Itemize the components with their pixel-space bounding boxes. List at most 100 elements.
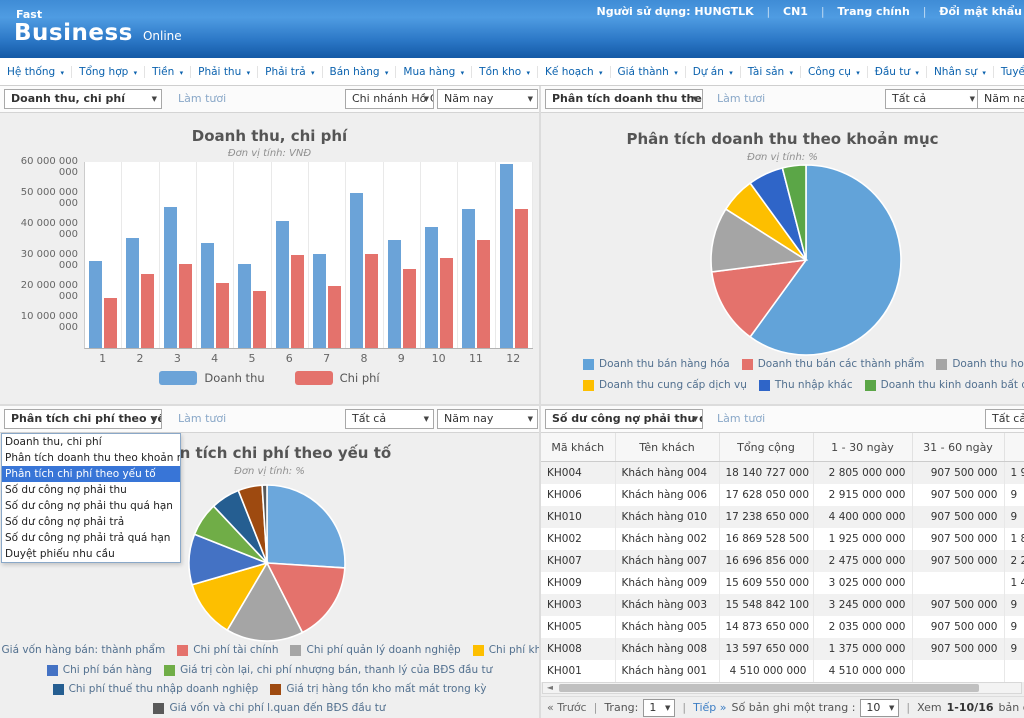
per-page-select[interactable]: 10▼ xyxy=(860,699,899,717)
current-user-label: Người sử dụng: HUNGTLK xyxy=(596,5,753,18)
page-select[interactable]: 1▼ xyxy=(643,699,675,717)
widget-select[interactable]: Phân tích chi phí theo yếu t▼ xyxy=(4,409,162,429)
legend-item[interactable]: Chi phí quản lý doanh nghiệp xyxy=(290,644,460,656)
legend-label: Doanh thu bán hàng hóa xyxy=(599,358,730,370)
menu-item[interactable]: Đầu tư ▾ xyxy=(867,66,926,78)
legend-item[interactable]: Chi phí bán hàng xyxy=(47,664,152,676)
filter-select[interactable]: Tất cả▼ xyxy=(985,409,1024,429)
chevron-down-icon: ▾ xyxy=(311,69,315,77)
period-select[interactable]: Năm nay▼ xyxy=(977,89,1024,109)
menu-item[interactable]: Tồn kho ▾ xyxy=(471,66,537,78)
x-axis-tick-label: 12 xyxy=(495,352,532,365)
table-row[interactable]: KH003Khách hàng 00315 548 842 1003 245 0… xyxy=(541,594,1024,616)
period-select[interactable]: Năm nay▼ xyxy=(437,89,538,109)
widget-select[interactable]: Phân tích doanh thu theo k▼ xyxy=(545,89,703,109)
table-row[interactable]: KH010Khách hàng 01017 238 650 0004 400 0… xyxy=(541,506,1024,528)
legend-swatch xyxy=(177,645,188,656)
column-header[interactable]: 1 - 30 ngày xyxy=(813,433,912,462)
table-row[interactable]: KH007Khách hàng 00716 696 856 0002 475 0… xyxy=(541,550,1024,572)
branch-select[interactable]: Chi nhánh Hồ Cl▼ xyxy=(345,89,434,109)
dropdown-option[interactable]: Số dư công nợ phải thu xyxy=(2,482,180,498)
x-axis-tick-label: 3 xyxy=(159,352,196,365)
legend-item[interactable]: Chi phí thuế thu nhập doanh nghiệp xyxy=(53,683,259,695)
refresh-link[interactable]: Làm tươi xyxy=(178,92,226,105)
menu-item[interactable]: Dự án ▾ xyxy=(685,66,740,78)
legend-item[interactable]: Giá vốn và chi phí l.quan đến BĐS đầu tư xyxy=(153,702,385,714)
legend-item[interactable]: Thu nhập khác xyxy=(759,379,853,391)
legend-swatch xyxy=(153,703,164,714)
table-row[interactable]: KH008Khách hàng 00813 597 650 0001 375 0… xyxy=(541,638,1024,660)
legend-item[interactable]: Doanh thu xyxy=(159,371,264,385)
legend-item[interactable]: Giá trị còn lại, chi phí nhượng bán, tha… xyxy=(164,664,492,676)
period-select[interactable]: Năm nay▼ xyxy=(437,409,538,429)
legend-item[interactable]: Doanh thu cung cấp dịch vụ xyxy=(583,379,747,391)
chevron-down-icon: ▼ xyxy=(693,90,698,108)
legend-item[interactable]: Chi phí xyxy=(295,371,380,385)
horizontal-scrollbar[interactable]: ◄ xyxy=(542,682,1022,694)
column-header[interactable]: 61 xyxy=(1004,433,1024,462)
scrollbar-thumb[interactable] xyxy=(559,684,979,692)
bar-chart-legend: Doanh thu Chi phí xyxy=(0,371,539,385)
table-row[interactable]: KH009Khách hàng 00915 609 550 0003 025 0… xyxy=(541,572,1024,594)
filter-select[interactable]: Tất cả▼ xyxy=(885,89,980,109)
branch-link[interactable]: CN1 xyxy=(783,5,808,18)
menu-item[interactable]: Giá thành ▾ xyxy=(610,66,685,78)
change-password-link[interactable]: Đổi mật khẩu xyxy=(939,5,1022,18)
widget-select[interactable]: Số dư công nợ phải thu quá▼ xyxy=(545,409,703,429)
menu-item[interactable]: Tuyển dụng ▾ xyxy=(993,66,1024,78)
widget-select[interactable]: Doanh thu, chi phí▼ xyxy=(4,89,162,109)
filter-select[interactable]: Tất cả▼ xyxy=(345,409,434,429)
dropdown-option[interactable]: Phân tích doanh thu theo khoản mục xyxy=(2,450,180,466)
menu-item[interactable]: Bán hàng ▾ xyxy=(322,66,396,78)
menu-item[interactable]: Tiền ▾ xyxy=(144,66,190,78)
divider: | xyxy=(594,701,598,714)
column-header[interactable]: Mã khách xyxy=(541,433,615,462)
bar xyxy=(462,209,475,349)
table-cell: 4 510 000 000 xyxy=(813,660,912,682)
menu-item[interactable]: Phải trả ▾ xyxy=(257,66,321,78)
table-row[interactable]: KH006Khách hàng 00617 628 050 0002 915 0… xyxy=(541,484,1024,506)
dropdown-option[interactable]: Số dư công nợ phải trả quá hạn xyxy=(2,530,180,546)
legend-item[interactable]: Doanh thu hoạt động tài chính xyxy=(936,358,1024,370)
dropdown-option[interactable]: Số dư công nợ phải trả xyxy=(2,514,180,530)
dropdown-option[interactable]: Số dư công nợ phải thu quá hạn xyxy=(2,498,180,514)
menu-item[interactable]: Công cụ ▾ xyxy=(800,66,867,78)
view-label: Xem xyxy=(917,701,942,714)
prev-page-link[interactable]: « Trước xyxy=(547,701,587,714)
column-header[interactable]: Tên khách xyxy=(615,433,719,462)
column-header[interactable]: Tổng cộng xyxy=(719,433,813,462)
menu-item[interactable]: Tổng hợp ▾ xyxy=(71,66,144,78)
legend-item[interactable]: Doanh thu kinh doanh bất động sản đầu tư xyxy=(865,379,1024,391)
menu-item[interactable]: Hệ thống ▾ xyxy=(0,66,71,78)
column-header[interactable]: 31 - 60 ngày xyxy=(912,433,1004,462)
menu-item[interactable]: Nhân sự ▾ xyxy=(926,66,993,78)
legend-item[interactable]: Doanh thu bán các thành phẩm xyxy=(742,358,925,370)
refresh-link[interactable]: Làm tươi xyxy=(178,412,226,425)
dropdown-option[interactable]: Doanh thu, chi phí xyxy=(2,434,180,450)
x-axis-tick-label: 4 xyxy=(196,352,233,365)
legend-item[interactable]: Chi phí tài chính xyxy=(177,644,278,656)
dropdown-option[interactable]: Duyệt phiếu nhu cầu xyxy=(2,546,180,562)
chart-subtitle: Đơn vị tính: VNĐ xyxy=(0,148,539,159)
table-row[interactable]: KH005Khách hàng 00514 873 650 0002 035 0… xyxy=(541,616,1024,638)
menu-item[interactable]: Tài sản ▾ xyxy=(740,66,800,78)
table-cell: Khách hàng 002 xyxy=(615,528,719,550)
table-row[interactable]: KH002Khách hàng 00216 869 528 5001 925 0… xyxy=(541,528,1024,550)
legend-item[interactable]: Chi phí khác xyxy=(473,644,539,656)
home-link[interactable]: Trang chính xyxy=(837,5,909,18)
menu-item[interactable]: Kế hoạch ▾ xyxy=(537,66,609,78)
scroll-left-arrow-icon[interactable]: ◄ xyxy=(544,683,556,693)
legend-item[interactable]: Giá vốn hàng bán: thành phẩm xyxy=(0,644,165,656)
table-row[interactable]: KH001Khách hàng 0014 510 000 0004 510 00… xyxy=(541,660,1024,682)
menu-item[interactable]: Phải thu ▾ xyxy=(190,66,257,78)
refresh-link[interactable]: Làm tươi xyxy=(717,412,765,425)
dropdown-option[interactable]: Phân tích chi phí theo yếu tố xyxy=(2,466,180,482)
table-cell: 907 500 000 xyxy=(912,638,1004,660)
next-page-link[interactable]: Tiếp » xyxy=(693,701,726,714)
legend-item[interactable]: Doanh thu bán hàng hóa xyxy=(583,358,730,370)
refresh-link[interactable]: Làm tươi xyxy=(717,92,765,105)
legend-item[interactable]: Giá trị hàng tồn kho mất mát trong kỳ xyxy=(270,683,486,695)
menu-item[interactable]: Mua hàng ▾ xyxy=(395,66,471,78)
table-row[interactable]: KH004Khách hàng 00418 140 727 0002 805 0… xyxy=(541,462,1024,485)
x-axis-labels: 123456789101112 xyxy=(84,352,532,365)
